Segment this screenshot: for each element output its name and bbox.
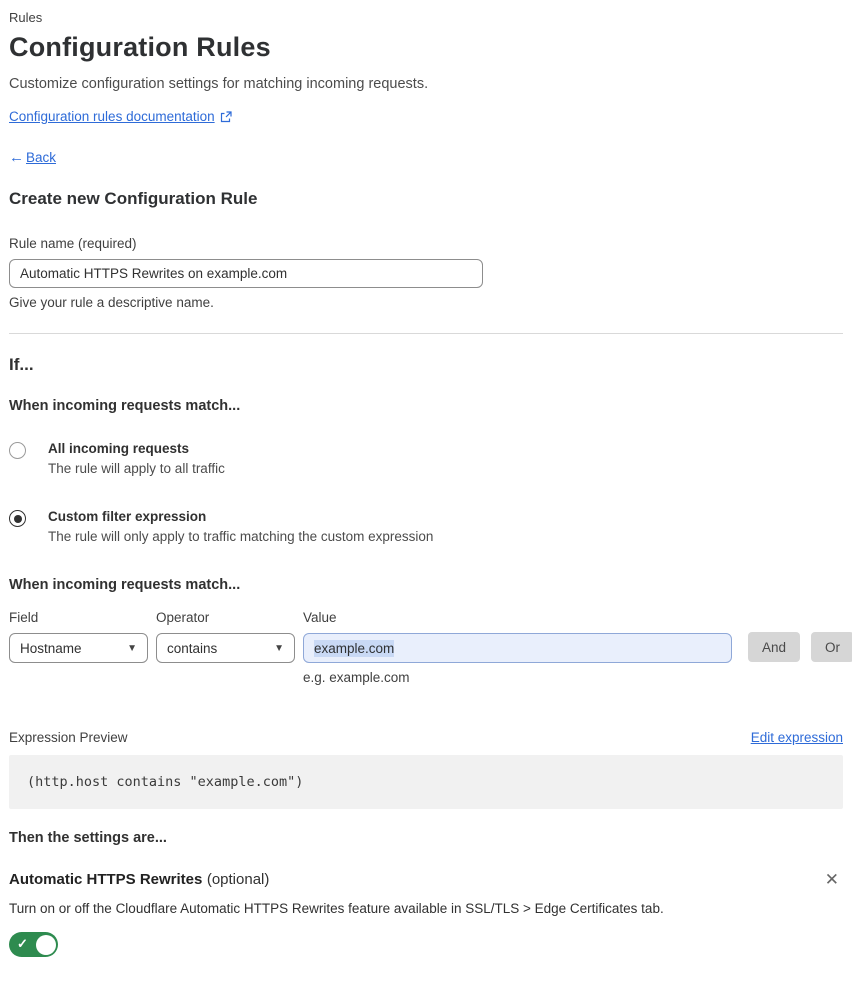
expression-preview-box: (http.host contains "example.com") [9, 755, 843, 809]
radio-description: The rule will only apply to traffic matc… [48, 529, 434, 544]
radio-unselected-icon[interactable] [9, 442, 26, 459]
or-button[interactable]: Or [811, 632, 852, 662]
section-divider [9, 333, 843, 334]
back-arrow-icon: ← [9, 149, 24, 166]
value-input[interactable]: example.com [303, 633, 732, 663]
edit-expression-link[interactable]: Edit expression [751, 730, 843, 745]
close-icon[interactable]: ✕ [821, 869, 843, 890]
rule-name-help: Give your rule a descriptive name. [9, 295, 214, 310]
radio-label: All incoming requests [48, 441, 190, 456]
value-help: e.g. example.com [303, 670, 410, 685]
then-settings-title: Then the settings are... [9, 830, 167, 846]
toggle-knob [35, 934, 56, 955]
field-label: Field [9, 610, 39, 625]
rule-name-input[interactable] [9, 259, 483, 288]
operator-select-value: contains [167, 640, 218, 656]
configuration-rules-page: Rules Configuration Rules Customize conf… [0, 0, 852, 982]
value-label: Value [303, 610, 337, 625]
radio-label: Custom filter expression [48, 509, 207, 524]
operator-label: Operator [156, 610, 210, 625]
radio-description: The rule will apply to all traffic [48, 461, 225, 476]
if-section-title: If... [9, 355, 34, 374]
page-subtitle: Customize configuration settings for mat… [9, 76, 429, 92]
back-link[interactable]: ← Back [9, 149, 843, 166]
setting-name: Automatic HTTPS Rewrites [9, 870, 203, 888]
breadcrumb: Rules [9, 10, 43, 25]
rule-name-label: Rule name (required) [9, 236, 137, 251]
setting-optional-tag: (optional) [206, 870, 270, 888]
expression-builder-row: Field Hostname ▼ Operator contains ▼ Val… [9, 610, 852, 685]
setting-description: Turn on or off the Cloudflare Automatic … [9, 901, 664, 916]
builder-title: When incoming requests match... [9, 577, 241, 593]
documentation-link[interactable]: Configuration rules documentation [9, 109, 215, 124]
automatic-https-rewrites-toggle[interactable]: ✓ [9, 932, 58, 957]
expression-preview-label: Expression Preview [9, 730, 128, 745]
radio-option-all-incoming-requests[interactable]: All incoming requests The rule will appl… [9, 441, 843, 476]
chevron-down-icon: ▼ [274, 642, 284, 654]
expression-code: (http.host contains "example.com") [27, 774, 304, 790]
radio-selected-icon[interactable] [9, 510, 26, 527]
field-select-value: Hostname [20, 640, 82, 656]
operator-select[interactable]: contains ▼ [156, 633, 295, 663]
and-button[interactable]: And [748, 632, 801, 662]
page-title: Configuration Rules [9, 32, 271, 62]
back-link-label[interactable]: Back [26, 150, 56, 165]
match-title: When incoming requests match... [9, 398, 241, 414]
check-icon: ✓ [17, 936, 28, 951]
section-title-create-rule: Create new Configuration Rule [9, 189, 258, 208]
field-select[interactable]: Hostname ▼ [9, 633, 148, 663]
chevron-down-icon: ▼ [127, 642, 137, 654]
value-input-text: example.com [314, 639, 395, 657]
radio-option-custom-filter-expression[interactable]: Custom filter expression The rule will o… [9, 509, 843, 544]
external-link-icon [220, 110, 232, 123]
